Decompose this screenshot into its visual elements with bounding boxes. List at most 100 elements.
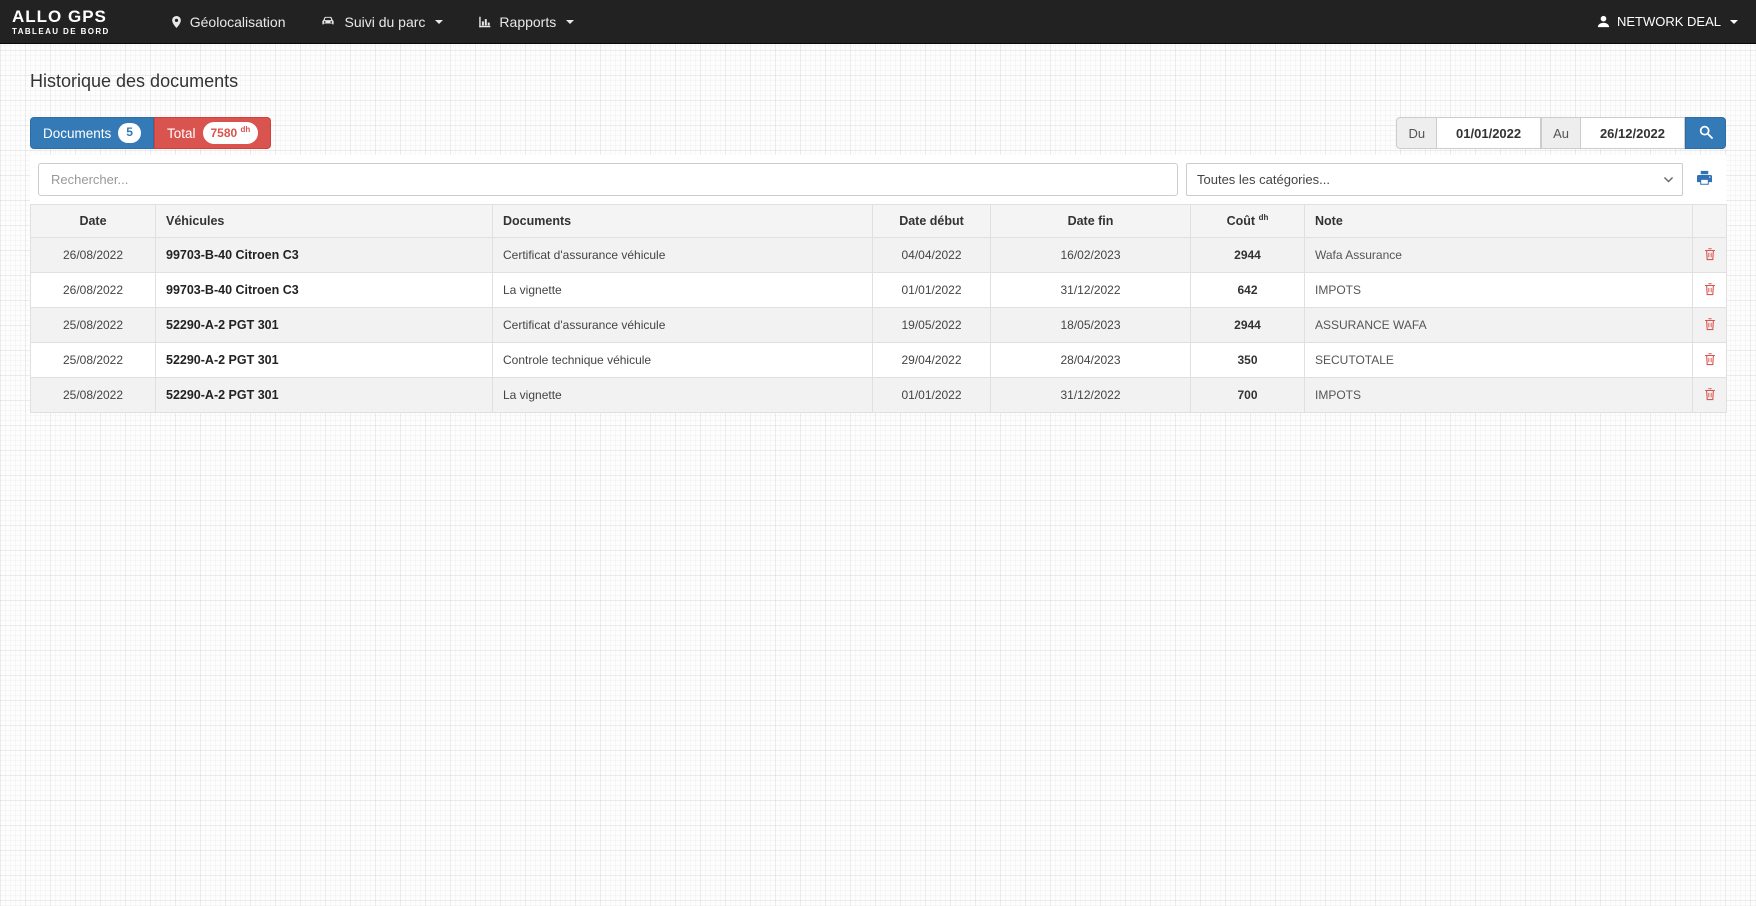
category-select[interactable]: Toutes les catégories...	[1186, 163, 1683, 196]
date-search-button[interactable]	[1685, 117, 1726, 149]
cell-note: ASSURANCE WAFA	[1305, 308, 1693, 343]
nav-item-geolocalisation[interactable]: Géolocalisation	[170, 14, 286, 30]
cell-date-start: 01/01/2022	[873, 273, 991, 308]
cell-date-end: 28/04/2023	[991, 343, 1191, 378]
bar-chart-icon	[477, 15, 492, 29]
delete-button[interactable]	[1703, 386, 1717, 405]
nav-item-rapports[interactable]: Rapports	[477, 14, 574, 30]
total-cost-button[interactable]: Total 7580 dh	[154, 117, 271, 149]
cell-date: 25/08/2022	[31, 378, 156, 413]
cell-date-start: 04/04/2022	[873, 238, 991, 273]
header-date: Date	[31, 205, 156, 238]
cell-date-start: 29/04/2022	[873, 343, 991, 378]
page-title: Historique des documents	[30, 71, 1726, 92]
nav-items: Géolocalisation Suivi du parc Rapports	[170, 14, 574, 30]
brand-title: ALLO GPS	[12, 8, 110, 25]
trash-icon	[1703, 386, 1717, 405]
cell-actions	[1693, 238, 1727, 273]
cell-note: IMPOTS	[1305, 378, 1693, 413]
header-actions	[1693, 205, 1727, 238]
cell-vehicle: 99703-B-40 Citroen C3	[156, 238, 493, 273]
cell-cost: 700	[1191, 378, 1305, 413]
cell-date-end: 31/12/2022	[991, 378, 1191, 413]
cell-document: Certificat d'assurance véhicule	[493, 308, 873, 343]
main-content: Historique des documents Documents 5 Tot…	[0, 71, 1756, 413]
nav-item-label: Géolocalisation	[190, 14, 286, 30]
cell-note: SECUTOTALE	[1305, 343, 1693, 378]
nav-item-suivi-du-parc[interactable]: Suivi du parc	[319, 14, 443, 30]
cell-document: Controle technique véhicule	[493, 343, 873, 378]
cell-actions	[1693, 378, 1727, 413]
date-from-input[interactable]	[1437, 117, 1541, 149]
cell-date-end: 31/12/2022	[991, 273, 1191, 308]
header-vehicles: Véhicules	[156, 205, 493, 238]
cell-date: 25/08/2022	[31, 308, 156, 343]
date-to-input[interactable]	[1581, 117, 1685, 149]
user-icon	[1596, 14, 1611, 29]
cell-document: La vignette	[493, 378, 873, 413]
cell-date: 25/08/2022	[31, 343, 156, 378]
trash-icon	[1703, 351, 1717, 370]
filter-row: Toutes les catégories...	[30, 155, 1726, 204]
date-range-filter: Du Au	[1396, 117, 1726, 149]
header-date-end: Date fin	[991, 205, 1191, 238]
cell-actions	[1693, 308, 1727, 343]
map-marker-icon	[170, 14, 183, 30]
summary-buttons: Documents 5 Total 7580 dh	[30, 117, 271, 149]
cell-note: Wafa Assurance	[1305, 238, 1693, 273]
documents-count-button[interactable]: Documents 5	[30, 117, 154, 149]
cell-cost: 642	[1191, 273, 1305, 308]
cell-date-start: 19/05/2022	[873, 308, 991, 343]
table-row: 25/08/2022 52290-A-2 PGT 301 Certificat …	[31, 308, 1727, 343]
header-documents: Documents	[493, 205, 873, 238]
cell-date-end: 18/05/2023	[991, 308, 1191, 343]
nav-item-label: Suivi du parc	[344, 14, 425, 30]
navbar: ALLO GPS TABLEAU DE BORD Géolocalisation…	[0, 0, 1756, 44]
delete-button[interactable]	[1703, 316, 1717, 335]
cell-vehicle: 99703-B-40 Citroen C3	[156, 273, 493, 308]
delete-button[interactable]	[1703, 246, 1717, 265]
caret-down-icon	[1730, 20, 1738, 24]
brand-subtitle: TABLEAU DE BORD	[12, 28, 110, 36]
date-from-label: Du	[1396, 117, 1437, 149]
user-menu-label: NETWORK DEAL	[1617, 14, 1721, 29]
cell-date-start: 01/01/2022	[873, 378, 991, 413]
car-icon	[319, 14, 337, 29]
trash-icon	[1703, 281, 1717, 300]
table-row: 25/08/2022 52290-A-2 PGT 301 La vignette…	[31, 378, 1727, 413]
cell-vehicle: 52290-A-2 PGT 301	[156, 343, 493, 378]
currency-unit: dh	[1259, 213, 1269, 222]
trash-icon	[1703, 246, 1717, 265]
brand-logo[interactable]: ALLO GPS TABLEAU DE BORD	[12, 8, 110, 36]
cell-date: 26/08/2022	[31, 273, 156, 308]
search-icon	[1698, 124, 1714, 143]
print-button[interactable]	[1691, 167, 1718, 192]
table-row: 26/08/2022 99703-B-40 Citroen C3 Certifi…	[31, 238, 1727, 273]
documents-table: Date Véhicules Documents Date début Date…	[30, 204, 1727, 413]
delete-button[interactable]	[1703, 281, 1717, 300]
total-cost-badge: 7580 dh	[203, 122, 259, 144]
cell-note: IMPOTS	[1305, 273, 1693, 308]
cell-cost: 2944	[1191, 308, 1305, 343]
date-to-label: Au	[1541, 117, 1581, 149]
total-button-label: Total	[167, 126, 196, 141]
delete-button[interactable]	[1703, 351, 1717, 370]
cell-cost: 2944	[1191, 238, 1305, 273]
search-input[interactable]	[38, 163, 1178, 196]
printer-icon	[1695, 169, 1714, 190]
cell-date: 26/08/2022	[31, 238, 156, 273]
cell-actions	[1693, 273, 1727, 308]
table-header-row: Date Véhicules Documents Date début Date…	[31, 205, 1727, 238]
caret-down-icon	[566, 20, 574, 24]
user-menu[interactable]: NETWORK DEAL	[1596, 14, 1738, 29]
cell-vehicle: 52290-A-2 PGT 301	[156, 378, 493, 413]
category-select-wrap: Toutes les catégories...	[1186, 163, 1683, 196]
caret-down-icon	[435, 20, 443, 24]
documents-button-label: Documents	[43, 126, 111, 141]
nav-item-label: Rapports	[499, 14, 556, 30]
documents-count-badge: 5	[118, 123, 141, 143]
cell-date-end: 16/02/2023	[991, 238, 1191, 273]
cell-document: La vignette	[493, 273, 873, 308]
documents-panel: Toutes les catégories... Date Véhicules …	[30, 155, 1726, 413]
currency-unit: dh	[241, 125, 251, 134]
